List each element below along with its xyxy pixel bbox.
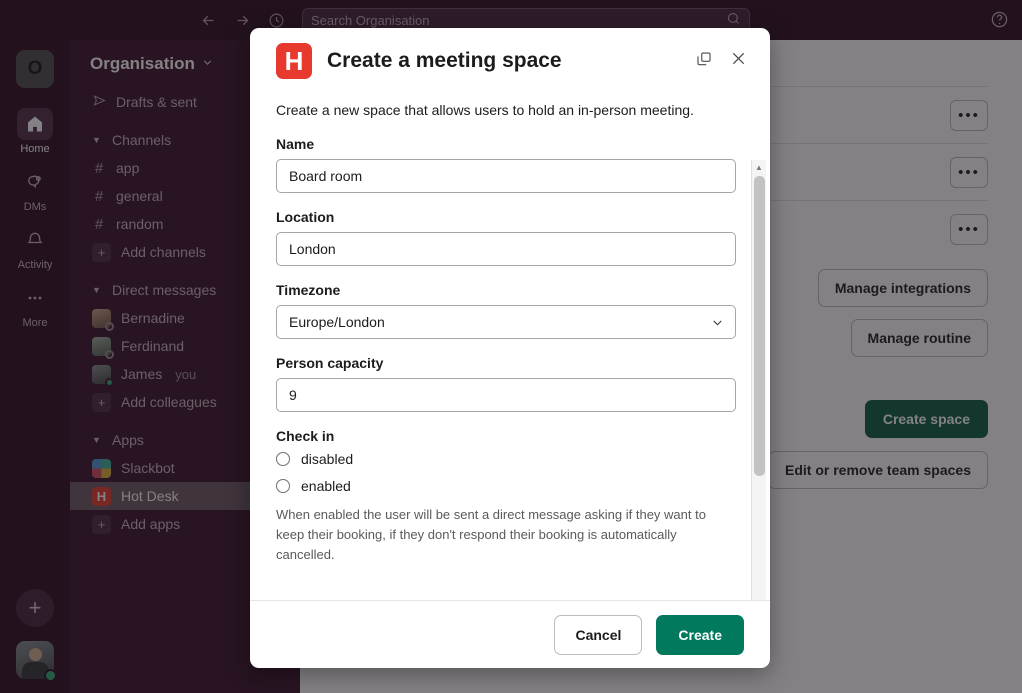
field-timezone: Timezone Europe/London	[276, 282, 744, 339]
field-label: Timezone	[276, 282, 341, 298]
timezone-select[interactable]: Europe/London	[276, 305, 736, 339]
dialog-header: H Create a meeting space	[250, 28, 770, 94]
chevron-down-icon	[710, 315, 725, 335]
name-input[interactable]	[276, 159, 736, 193]
field-label: Check in	[276, 428, 335, 444]
radio-icon	[276, 479, 290, 493]
field-check-in: Check in disabled enabled When enabled t…	[276, 428, 744, 565]
location-input[interactable]	[276, 232, 736, 266]
check-in-help-text: When enabled the user will be sent a dir…	[276, 507, 706, 563]
field-label: Name	[276, 136, 315, 152]
scrollbar-thumb[interactable]	[754, 176, 765, 476]
field-person-capacity: Person capacity	[276, 355, 744, 412]
cancel-button[interactable]: Cancel	[554, 614, 643, 655]
close-icon[interactable]	[729, 49, 748, 73]
person-capacity-input[interactable]	[276, 378, 736, 412]
copy-icon[interactable]	[695, 50, 713, 73]
timezone-selected-value: Europe/London	[289, 314, 385, 330]
field-location: Location	[276, 209, 744, 266]
field-name: Name	[276, 136, 744, 193]
radio-option-enabled[interactable]: enabled	[276, 478, 744, 494]
dialog-header-actions	[695, 49, 748, 73]
dialog-body: Create a new space that allows users to …	[250, 94, 770, 600]
triangle-up-icon[interactable]: ▲	[752, 160, 766, 174]
field-label: Location	[276, 209, 335, 225]
create-button[interactable]: Create	[656, 614, 744, 655]
hot-desk-logo-icon: H	[276, 43, 312, 79]
field-label: Person capacity	[276, 355, 384, 371]
dialog-footer: Cancel Create	[250, 600, 770, 668]
radio-label: disabled	[301, 451, 354, 467]
radio-option-disabled[interactable]: disabled	[276, 451, 744, 467]
radio-label: enabled	[301, 478, 351, 494]
app-window: ••• ••• ••• Manage integrations Manage r…	[0, 0, 1022, 693]
dialog-description: Create a new space that allows users to …	[276, 102, 694, 118]
dialog-title: Create a meeting space	[327, 49, 562, 72]
dialog-scrollbar[interactable]: ▲ ▼	[751, 160, 766, 600]
radio-icon	[276, 452, 290, 466]
create-meeting-space-dialog: H Create a meeting space Create a new sp…	[250, 28, 770, 668]
